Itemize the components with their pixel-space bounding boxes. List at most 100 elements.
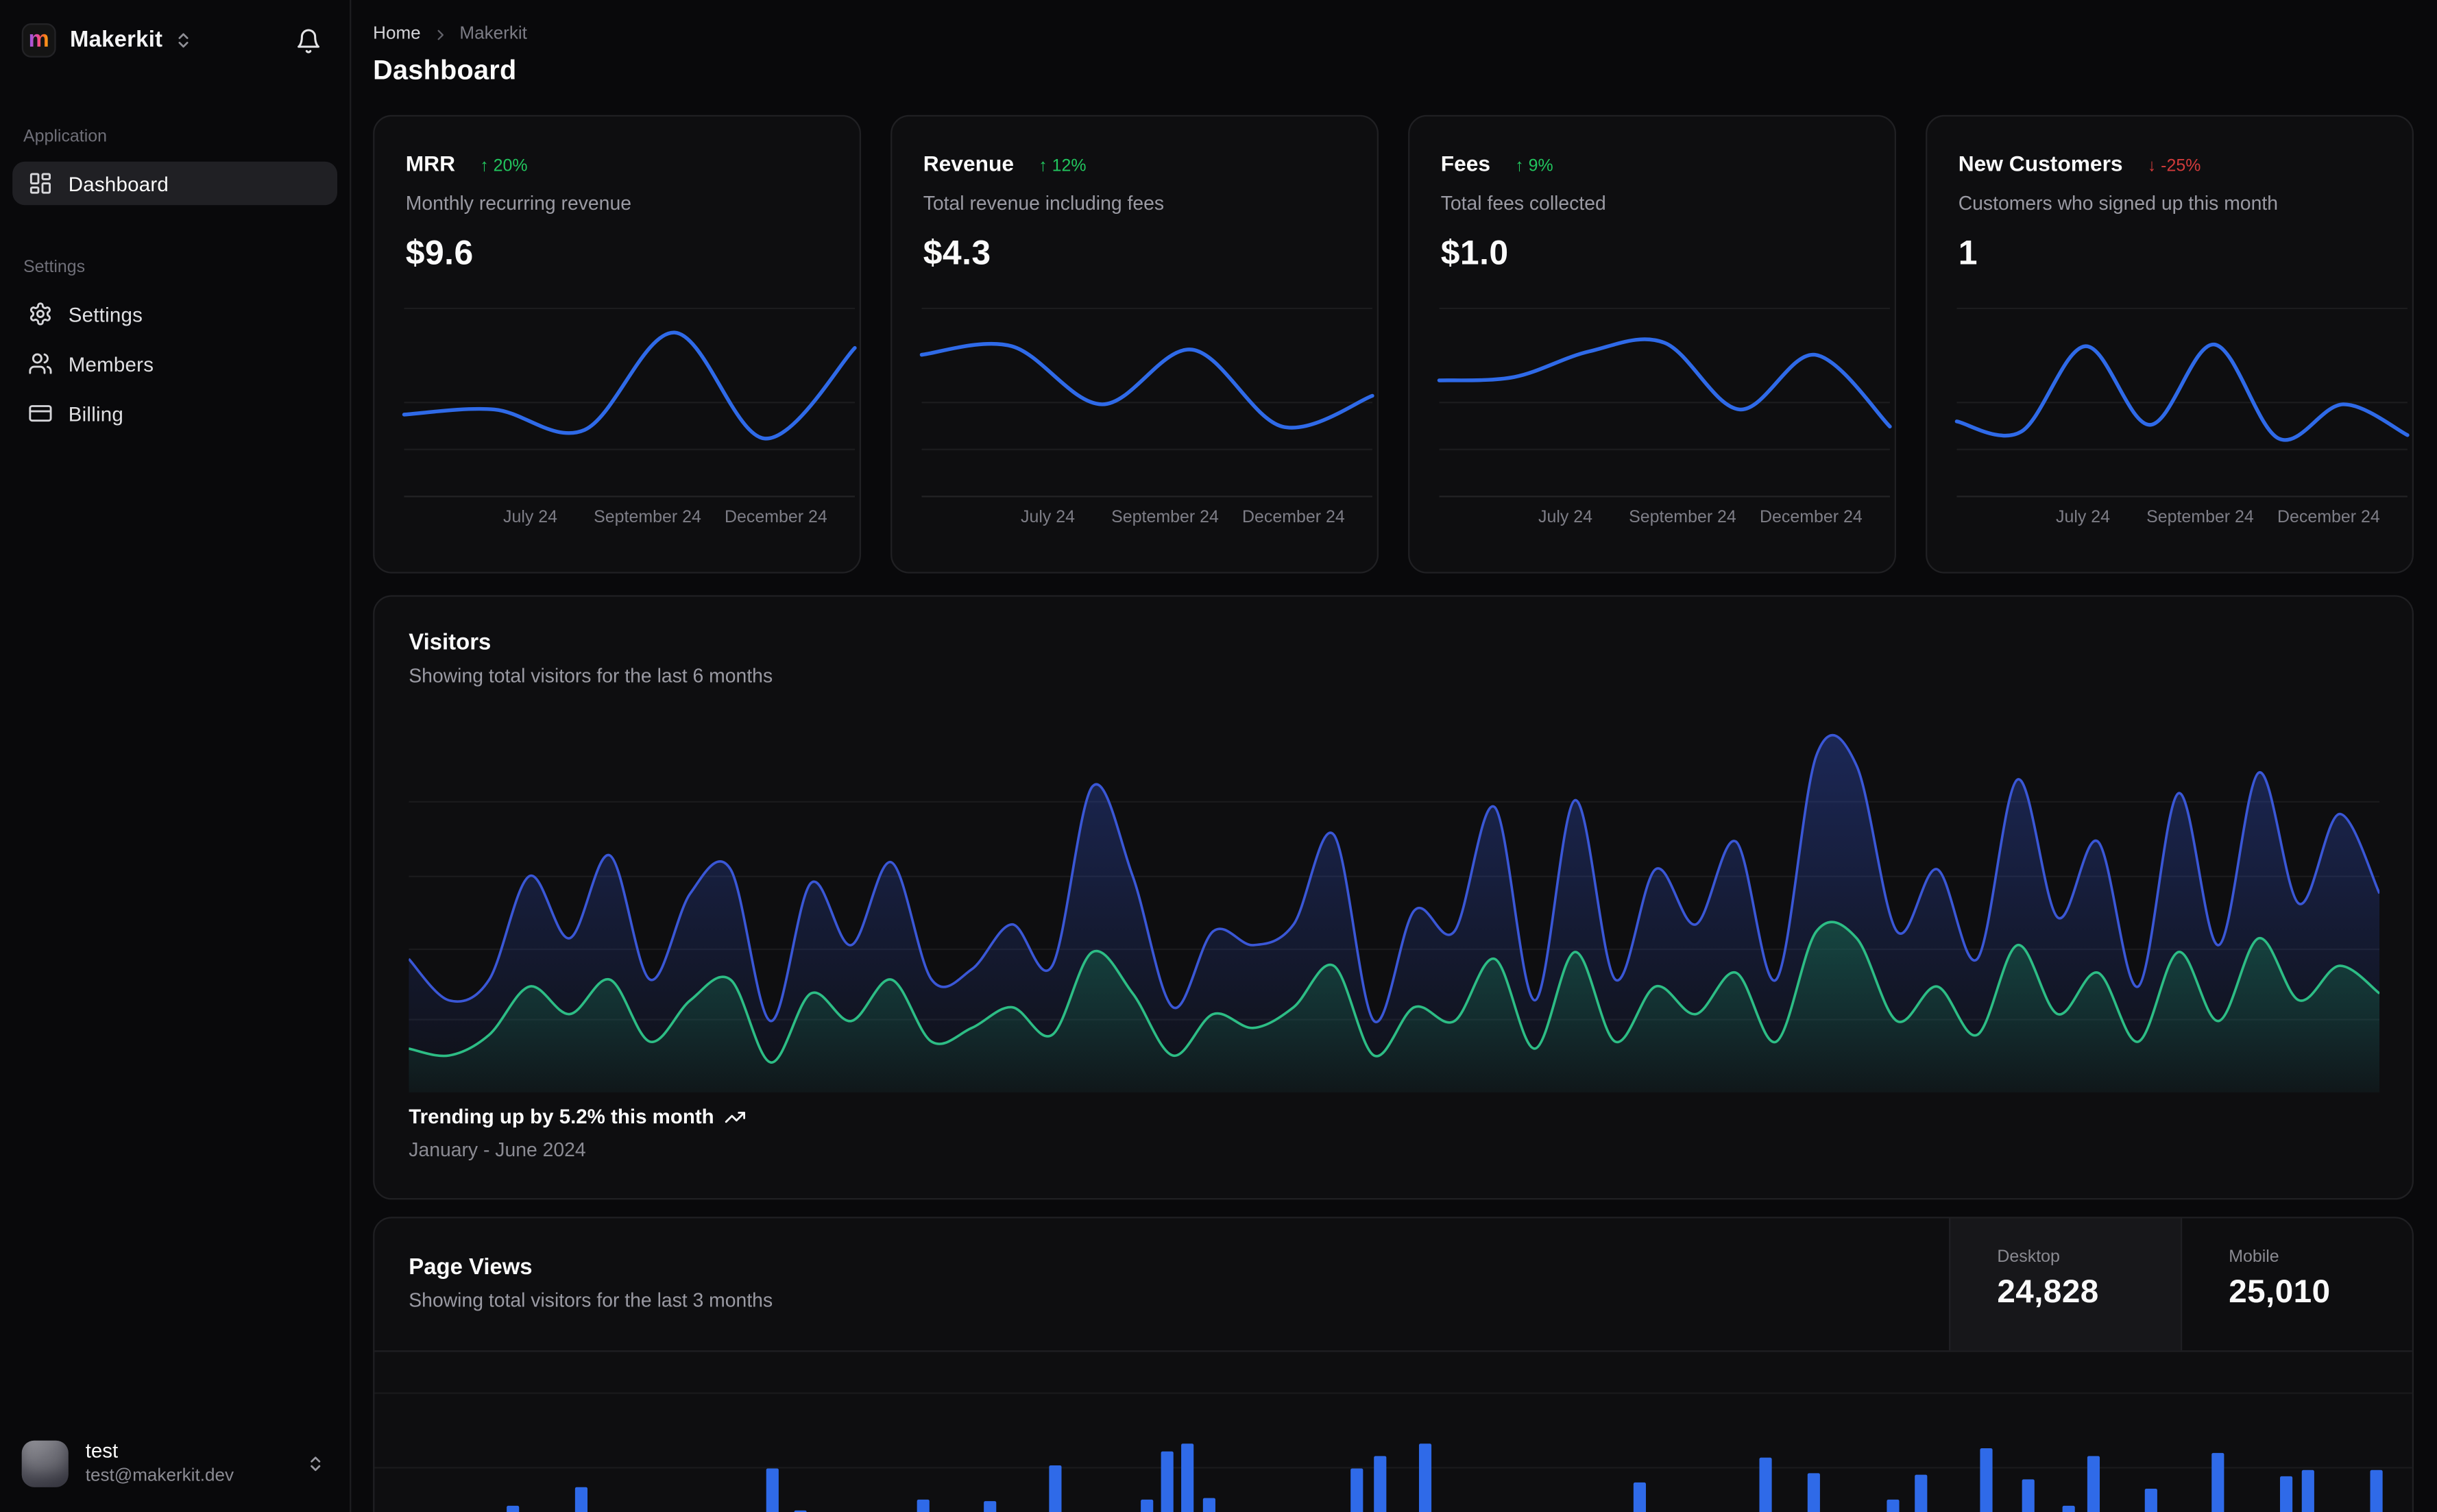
breadcrumb-current: Makerkit xyxy=(459,25,527,44)
bar xyxy=(1807,1473,1820,1512)
page-views-toggle: Desktop 24,828 Mobile 25,010 xyxy=(1949,1218,2412,1351)
stat-card-fees: Fees ↑ 9% Total fees collected $1.0 July … xyxy=(1408,114,1897,574)
axis-label: July 24 xyxy=(1021,508,1076,527)
breadcrumb-home-link[interactable]: Home xyxy=(373,25,421,43)
axis-label: September 24 xyxy=(1629,508,1736,527)
stat-title: New Customers xyxy=(1958,150,2123,176)
mrr-sparkline-chart: July 24 September 24 December 24 xyxy=(402,307,857,536)
main-content: Home Makerkit Dashboard MRR ↑ 20% Monthly… xyxy=(351,0,2437,1512)
tab-desktop[interactable]: Desktop 24,828 xyxy=(1949,1218,2181,1351)
arrow-down-icon: ↓ xyxy=(2147,156,2157,176)
bar xyxy=(1350,1468,1363,1512)
axis-label: September 24 xyxy=(594,508,701,527)
stat-value: $1.0 xyxy=(1440,233,1509,272)
stat-title: Revenue xyxy=(923,150,1015,176)
sidebar-item-label: Settings xyxy=(68,302,143,326)
gear-icon xyxy=(28,302,53,326)
sidebar-item-label: Billing xyxy=(68,402,123,426)
nav-section-label: Application xyxy=(23,127,108,147)
page-title: Dashboard xyxy=(373,54,517,86)
axis-label: September 24 xyxy=(2146,508,2254,527)
bar xyxy=(507,1505,520,1512)
page-views-title: Page Views xyxy=(409,1255,533,1281)
new-customers-sparkline-chart: July 24 September 24 December 24 xyxy=(1954,307,2410,536)
bar xyxy=(2370,1470,2383,1512)
arrow-up-icon: ↑ xyxy=(1039,156,1047,176)
axis-label: July 24 xyxy=(1538,508,1593,527)
tab-desktop-label: Desktop xyxy=(1997,1247,2060,1267)
workspace-selector[interactable]: m Makerkit xyxy=(0,0,350,81)
axis-label: December 24 xyxy=(2277,508,2380,527)
chevrons-up-down-icon xyxy=(173,31,192,49)
bar xyxy=(1181,1443,1194,1512)
sparkline-path xyxy=(1954,342,2410,442)
users-icon xyxy=(28,351,53,376)
trending-up-icon xyxy=(725,1106,747,1127)
user-menu[interactable]: test test@makerkit.dev xyxy=(0,1415,350,1512)
bar xyxy=(2087,1456,2100,1512)
stat-card-revenue: Revenue ↑ 12% Total revenue including fee… xyxy=(890,114,1379,574)
visitors-date-range: January - June 2024 xyxy=(409,1138,586,1161)
makerkit-logo: m xyxy=(21,23,56,58)
bar xyxy=(2301,1470,2314,1512)
fees-sparkline-chart: July 24 September 24 December 24 xyxy=(1437,307,1892,536)
visitors-trend-text: Trending up by 5.2% this month xyxy=(409,1104,714,1129)
arrow-up-icon: ↑ xyxy=(480,156,489,176)
page-views-header: Page Views Showing total visitors for th… xyxy=(374,1218,2412,1352)
bar xyxy=(1418,1443,1432,1512)
page-views-card: Page Views Showing total visitors for th… xyxy=(373,1217,2414,1512)
stat-value: 1 xyxy=(1958,233,1978,272)
app-window: m Makerkit Application Dashboard Setting… xyxy=(0,0,2437,1512)
bar xyxy=(1141,1499,1154,1512)
bar xyxy=(2022,1479,2035,1512)
user-name: test xyxy=(85,1439,119,1463)
bar xyxy=(984,1501,997,1512)
stat-description: Monthly recurring revenue xyxy=(405,193,631,215)
notifications-bell-icon[interactable] xyxy=(295,27,322,54)
nav-section-label: Settings xyxy=(23,258,86,277)
sidebar-item-label: Dashboard xyxy=(68,171,169,195)
sidebar-item-billing[interactable]: Billing xyxy=(12,391,337,435)
sidebar-nav: Application Dashboard Settings Settings xyxy=(0,127,350,435)
axis-label: December 24 xyxy=(1242,508,1345,527)
trend-badge: ↑ 12% xyxy=(1039,156,1087,176)
stat-card-mrr: MRR ↑ 20% Monthly recurring revenue $9.6 … xyxy=(373,114,862,574)
bar xyxy=(2211,1452,2224,1512)
credit-card-icon xyxy=(28,401,53,426)
stat-title: MRR xyxy=(405,150,456,176)
bar xyxy=(1980,1448,1993,1512)
dashboard-icon xyxy=(28,171,53,195)
bar xyxy=(2280,1476,2293,1512)
tab-mobile-label: Mobile xyxy=(2229,1247,2279,1267)
sidebar-item-settings[interactable]: Settings xyxy=(12,292,337,335)
visitors-title: Visitors xyxy=(409,631,492,656)
sidebar-item-dashboard[interactable]: Dashboard xyxy=(12,161,337,206)
revenue-sparkline-chart: July 24 September 24 December 24 xyxy=(919,307,1374,536)
bar xyxy=(917,1499,930,1512)
stat-description: Customers who signed up this month xyxy=(1958,193,2279,215)
chevron-right-icon xyxy=(432,25,449,42)
chevrons-up-down-icon xyxy=(306,1454,325,1473)
bar xyxy=(1161,1451,1174,1512)
tab-mobile[interactable]: Mobile 25,010 xyxy=(2180,1218,2412,1351)
tab-mobile-value: 25,010 xyxy=(2229,1274,2331,1310)
bar xyxy=(1915,1474,1928,1512)
visitors-subtitle: Showing total visitors for the last 6 mo… xyxy=(409,665,773,687)
stat-description: Total fees collected xyxy=(1440,193,1606,215)
axis-label: December 24 xyxy=(1760,508,1863,527)
trend-badge: ↓ -25% xyxy=(2147,156,2201,176)
stat-value: $4.3 xyxy=(923,233,991,272)
axis-label: July 24 xyxy=(2055,508,2111,527)
axis-label: September 24 xyxy=(1111,508,1219,527)
bar xyxy=(2144,1488,2157,1512)
trend-badge: ↑ 20% xyxy=(480,156,528,176)
bar xyxy=(766,1468,779,1512)
stat-cards-row: MRR ↑ 20% Monthly recurring revenue $9.6 … xyxy=(373,114,2414,574)
sidebar-item-label: Members xyxy=(68,352,154,376)
bar xyxy=(2062,1505,2075,1512)
sidebar-item-members[interactable]: Members xyxy=(12,342,337,385)
visitors-area-chart xyxy=(409,722,2380,1093)
stat-title: Fees xyxy=(1440,150,1491,176)
bar xyxy=(1202,1498,1215,1512)
bar xyxy=(1049,1465,1062,1512)
